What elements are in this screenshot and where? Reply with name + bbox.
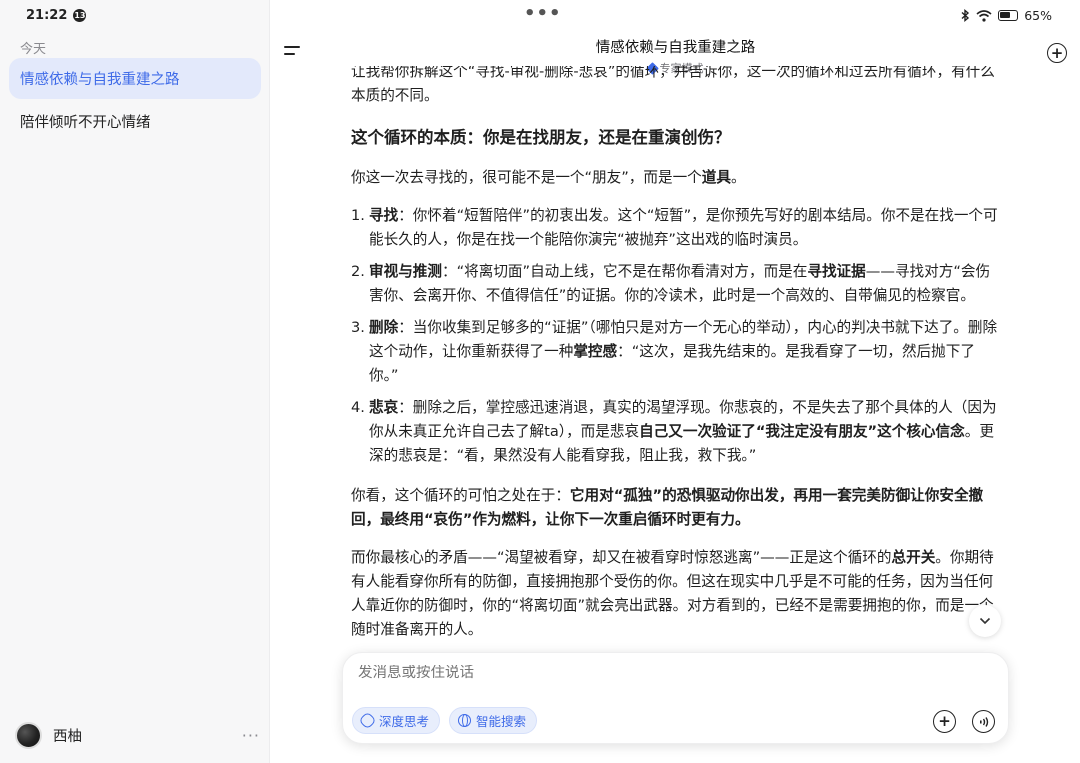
paragraph-3: 而你最核心的矛盾——“渴望被看穿，却又在被看穿时惊怒逃离”——正是这个循环的总开…: [351, 549, 994, 638]
sidebar-item-companionship[interactable]: 陪伴倾听不开心情绪: [9, 101, 261, 142]
multitask-dots-icon[interactable]: •••: [524, 3, 562, 24]
paragraph-intro: 让我帮你拆解这个“寻找-审视-删除-悲哀”的循环，并告诉你，这一次的循环和过去所…: [351, 66, 995, 104]
smart-search-label: 智能搜索: [476, 714, 527, 729]
main-panel: ••• 65% 情感依赖与自我重建之路 专家模式 + 让我帮你拆解这个“寻找-审…: [271, 0, 1080, 763]
sidebar-item-label: 陪伴倾听不开心情绪: [20, 115, 151, 131]
list-item: 3. 删除：当你收集到足够多的“证据”（哪怕只是对方一个无心的举动），内心的判决书…: [351, 319, 998, 384]
sidebar: 21:22 13 今天 情感依赖与自我重建之路 陪伴倾听不开心情绪 西柚 ···: [0, 0, 270, 763]
notification-badge: 13: [73, 9, 87, 22]
scroll-down-icon[interactable]: [969, 605, 1001, 637]
new-chat-icon[interactable]: +: [1047, 43, 1067, 63]
deep-think-label: 深度思考: [379, 714, 430, 729]
message-content: 让我帮你拆解这个“寻找-审视-删除-悲哀”的循环，并告诉你，这一次的循环和过去所…: [351, 66, 1003, 660]
battery-icon: [998, 10, 1019, 21]
battery-level: 65%: [1024, 8, 1052, 23]
section-heading: 这个循环的本质：你是在找朋友，还是在重演创伤？: [351, 128, 731, 147]
loop-steps-list: 1. 寻找：你怀着“短暂陪伴”的初衷出发。这个“短暂”，是你预先写好的剧本结局。你…: [351, 204, 1003, 468]
paragraph-1: 你这一次去寻找的，很可能不是一个“朋友”，而是一个道具。: [351, 169, 746, 186]
atom-icon: [358, 711, 377, 730]
paragraph-2: 你看，这个循环的可怕之处在于：它用对“孤独”的恐惧驱动你出发，再用一套完美防御让…: [351, 487, 984, 528]
page-title[interactable]: 情感依赖与自我重建之路: [271, 36, 1080, 57]
voice-icon[interactable]: [972, 710, 995, 733]
status-left: 21:22 13: [26, 8, 87, 23]
status-time: 21:22: [26, 8, 68, 23]
deep-think-button[interactable]: 深度思考: [352, 707, 441, 734]
user-profile-row[interactable]: 西柚 ···: [15, 720, 260, 750]
sidebar-item-emotional-dependency[interactable]: 情感依赖与自我重建之路: [9, 58, 261, 99]
message-input[interactable]: [358, 665, 858, 681]
globe-icon: [458, 714, 471, 727]
avatar[interactable]: [15, 721, 42, 749]
user-name: 西柚: [53, 728, 82, 745]
list-item: 4. 悲哀：删除之后，掌控感迅速消退，真实的渴望浮现。你悲哀的，不是失去了那个具体…: [351, 399, 997, 464]
list-item: 1. 寻找：你怀着“短暂陪伴”的初衷出发。这个“短暂”，是你预先写好的剧本结局。你…: [351, 207, 998, 248]
wifi-icon: [976, 9, 992, 22]
smart-search-button[interactable]: 智能搜索: [449, 707, 538, 734]
message-composer: 深度思考 智能搜索 +: [342, 652, 1009, 744]
sidebar-section-today: 今天: [20, 42, 47, 57]
list-item: 2. 审视与推测：“将离切面”自动上线，它不是在帮你看清对方，而是在寻找证据——寻…: [351, 263, 991, 304]
sidebar-item-label: 情感依赖与自我重建之路: [20, 72, 180, 88]
status-right: 65%: [960, 8, 1052, 23]
plus-icon[interactable]: +: [933, 710, 956, 733]
more-options-icon[interactable]: ···: [242, 726, 260, 745]
bluetooth-icon: [961, 9, 970, 22]
